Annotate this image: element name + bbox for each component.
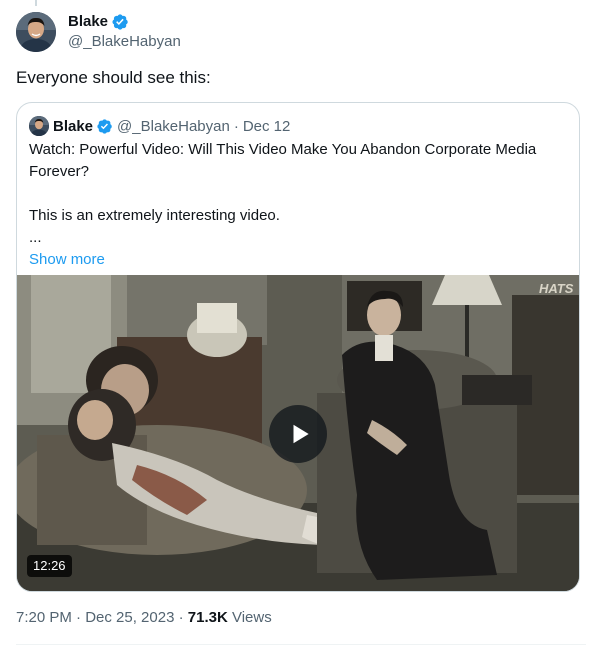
views-count[interactable]: 71.3K [188,609,228,626]
meta-separator: · [174,609,188,626]
show-more-link[interactable]: Show more [29,249,565,271]
author-handle[interactable]: @_BlakeHabyan [68,32,181,52]
video-player[interactable]: HATS 12:26 [17,275,579,591]
author-display-name[interactable]: Blake [68,12,108,32]
poster-text: HATS [539,281,574,296]
video-duration-badge: 12:26 [27,555,72,577]
tweet-text: Everyone should see this: [16,68,211,87]
quoted-tweet-text-line: Watch: Powerful Video: Will This Video M… [29,141,537,180]
quoted-tweet-ellipsis: ... [29,229,42,246]
quoted-tweet-body: Watch: Powerful Video: Will This Video M… [29,139,565,271]
quoted-tweet-text-line: This is an extremely interesting video. [29,207,280,224]
verified-badge-icon[interactable] [96,118,113,135]
thread-connector-line [35,0,37,6]
avatar-photo-icon [16,12,56,52]
quoted-tweet-header: Blake @_BlakeHabyan · Dec 12 [29,115,290,137]
play-icon [293,424,309,444]
tweet-metadata: 7:20 PM · Dec 25, 2023 · 71.3K Views [16,608,586,628]
tweet-detail: Blake @_BlakeHabyan Everyone should see … [0,0,611,645]
quoted-author-avatar[interactable] [29,116,49,136]
verified-badge-icon[interactable] [111,13,129,31]
views-label: Views [227,609,272,626]
quoted-tweet-date[interactable]: Dec 12 [243,118,291,135]
tweet-author[interactable]: Blake @_BlakeHabyan [16,12,181,52]
author-avatar[interactable] [16,12,56,52]
tweet-timestamp[interactable]: 7:20 PM · Dec 25, 2023 [16,609,174,626]
quoted-author-display-name[interactable]: Blake [53,118,93,135]
quoted-tweet-card[interactable]: Blake @_BlakeHabyan · Dec 12 Watch: Powe… [16,102,580,592]
quoted-author-handle[interactable]: @_BlakeHabyan [117,118,230,135]
avatar-photo-icon [29,116,49,136]
header-separator: · [233,117,239,135]
play-button[interactable] [269,405,327,463]
